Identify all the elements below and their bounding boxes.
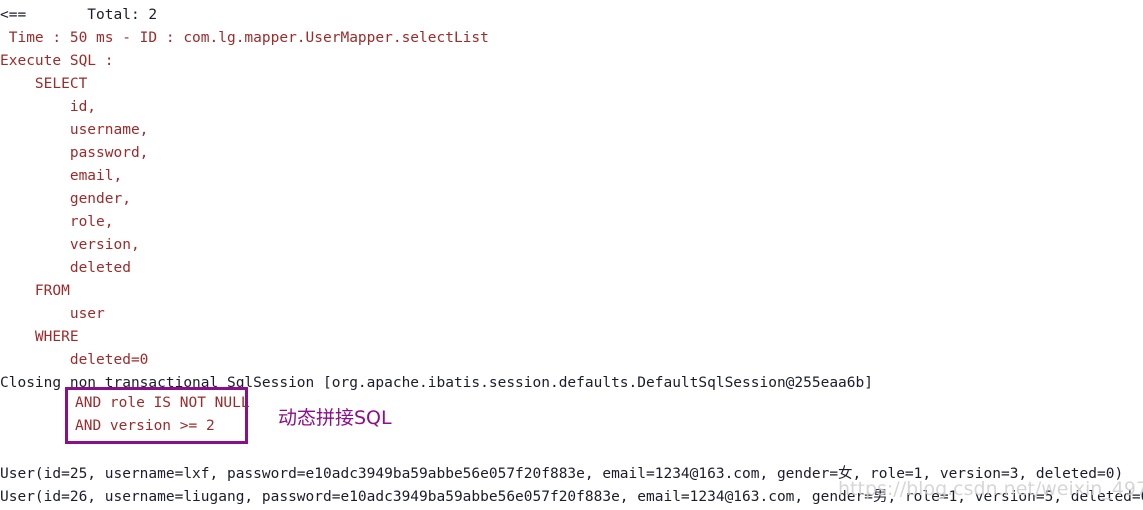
log-line-sql-where: WHERE	[0, 329, 79, 345]
log-line-sql-column-role: role,	[0, 214, 114, 230]
log-line-sql-condition-deleted: deleted=0	[0, 352, 149, 368]
console-output-panel[interactable]: <== Total: 2 Time : 50 ms - ID : com.lg.…	[0, 0, 1143, 510]
log-line-user-result-1: User(id=25, username=lxf, password=e10ad…	[0, 466, 1124, 482]
log-line-sql-column-version: version,	[0, 237, 140, 253]
log-line-sql-column-password: password,	[0, 145, 149, 161]
log-line-sql-column-username: username,	[0, 122, 149, 138]
dynamic-sql-highlight-box: AND role IS NOT NULL AND version >= 2	[65, 387, 250, 444]
log-line-sql-table-user: user	[0, 306, 105, 322]
highlight-box-line-role: AND role IS NOT NULL	[75, 395, 250, 411]
dynamic-sql-caption: 动态拼接SQL	[278, 407, 392, 429]
log-line-user-result-2: User(id=26, username=liugang, password=e…	[0, 489, 1143, 505]
log-line-sql-column-deleted: deleted	[0, 260, 131, 276]
log-line-time-id: Time : 50 ms - ID : com.lg.mapper.UserMa…	[0, 30, 489, 46]
log-line-sql-select: SELECT	[0, 76, 88, 92]
log-line-sql-from: FROM	[0, 283, 70, 299]
log-line-sql-column-gender: gender,	[0, 191, 131, 207]
log-line-sql-column-email: email,	[0, 168, 123, 184]
log-line-sql-column-id: id,	[0, 99, 97, 115]
log-line-execute-sql-header: Execute SQL :	[0, 53, 114, 69]
log-line-total: <== Total: 2	[0, 7, 158, 23]
highlight-box-line-version: AND version >= 2	[75, 418, 215, 434]
